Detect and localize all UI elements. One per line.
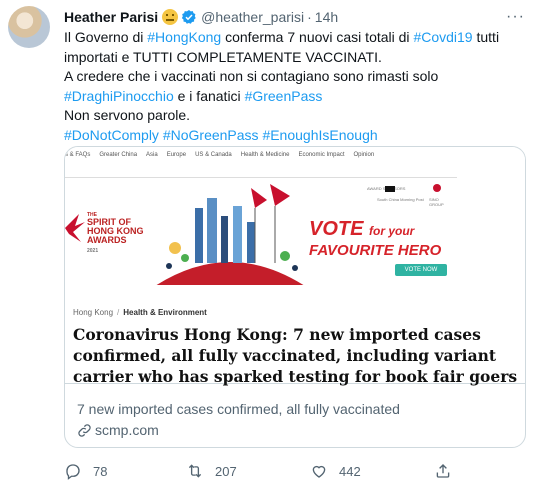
- article-nav-item: Europe: [166, 152, 187, 158]
- section-separator: /: [117, 308, 120, 317]
- reply-count: 78: [93, 463, 108, 479]
- like-button[interactable]: 442: [310, 462, 361, 480]
- like-count: 442: [339, 463, 361, 479]
- retweet-button[interactable]: 207: [186, 462, 237, 480]
- tweet-line: Il Governo di #HongKong conferma 7 nuovi…: [64, 28, 529, 48]
- author-handle[interactable]: @heather_parisi: [201, 9, 304, 25]
- tweet-timestamp[interactable]: 14h: [315, 9, 338, 25]
- link-icon: [78, 423, 91, 437]
- share-icon: [436, 464, 450, 478]
- share-button[interactable]: [434, 462, 452, 480]
- reply-button[interactable]: 78: [64, 462, 107, 480]
- article-preview-image: s & FAQs Greater China Asia Europe US & Cana…: [65, 147, 525, 386]
- card-description: 7 new imported cases confirmed, all full…: [77, 401, 400, 417]
- article-nav-bar: s & FAQs Greater China Asia Europe US & Cana…: [65, 152, 465, 158]
- scmp-logo-icon: [385, 186, 395, 192]
- article-nav-item: Health & Medicine: [240, 152, 290, 158]
- tweet-text-segment: A credere che i vaccinati non si contagi…: [64, 68, 439, 84]
- sino-group-logo-icon: [433, 184, 441, 192]
- vote-now-button: VOTE NOW: [395, 264, 447, 276]
- tweet-text-segment: conferma 7 nuovi casi totali di: [221, 29, 414, 45]
- card-domain: scmp.com: [77, 422, 159, 438]
- article-nav-item: Asia: [146, 152, 158, 158]
- section-secondary: Health & Environment: [123, 308, 207, 317]
- tweet-text: Il Governo di #HongKong conferma 7 nuovi…: [64, 28, 529, 145]
- bauhinia-flower-icon: [65, 214, 85, 242]
- tweet-text-segment: Il Governo di: [64, 29, 148, 45]
- retweet-icon: [188, 464, 202, 478]
- hashtag-link[interactable]: #DoNotComply: [64, 127, 159, 143]
- tweet-header: Heather Parisi @heather_parisi · 14h: [64, 9, 338, 25]
- article-nav-item: s & FAQs: [65, 152, 91, 158]
- article-nav-item: Greater China: [99, 152, 138, 158]
- frowning-face-emoji-icon: [162, 9, 179, 25]
- article-nav-item: Economic Impact: [298, 152, 345, 158]
- tweet-line: #DraghiPinocchio e i fanatici #GreenPass: [64, 87, 529, 107]
- sino-group-label: SINO GROUP: [429, 197, 444, 207]
- vote-headline: VOTE for your FAVOURITE HERO: [309, 218, 441, 259]
- scmp-sponsor-label: South China Morning Post: [377, 197, 424, 202]
- hashtag-link[interactable]: #EnoughIsEnough: [262, 127, 377, 143]
- tweet-line: A credere che i vaccinati non si contagi…: [64, 67, 529, 87]
- hong-kong-skyline-illustration: [156, 184, 304, 285]
- spirit-awards-banner: THE SPIRIT OF HONG KONG AWARDS 2021 AWAR…: [65, 177, 457, 285]
- reply-icon: [66, 464, 80, 480]
- vote-favourite-hero: FAVOURITE HERO: [309, 242, 442, 259]
- spirit-line-4: AWARDS: [87, 235, 127, 245]
- article-nav-item: US & Canada: [195, 152, 232, 158]
- vote-for-your: for your: [369, 224, 415, 238]
- tweet-text-segment: tutti: [472, 29, 500, 45]
- author-avatar[interactable]: [8, 6, 50, 48]
- section-primary: Hong Kong: [73, 308, 114, 317]
- tweet-text-segment: Non servono parole.: [64, 107, 191, 123]
- article-section: Hong Kong / Health & Environment: [73, 308, 207, 317]
- author-name[interactable]: Heather Parisi: [64, 9, 158, 25]
- tweet-line: #DoNotComply #NoGreenPass #EnoughIsEnoug…: [64, 126, 529, 146]
- article-headline: Coronavirus Hong Kong: 7 new imported ca…: [73, 325, 518, 386]
- hashtag-link[interactable]: #DraghiPinocchio: [64, 88, 174, 104]
- tweet-text-segment: e i fanatici: [173, 87, 245, 104]
- card-domain-text: scmp.com: [95, 422, 159, 438]
- spirit-year: 2021: [87, 248, 99, 254]
- tweet-line: Non servono parole.: [64, 106, 529, 126]
- separator-dot: ·: [307, 9, 312, 25]
- tweet-text-segment: importati e TUTTI COMPLETAMENTE VACCINAT…: [64, 48, 382, 65]
- hashtag-link[interactable]: #HongKong: [147, 29, 221, 45]
- verified-badge-icon: [182, 10, 196, 24]
- vote-word: VOTE: [309, 218, 364, 240]
- retweet-count: 207: [215, 463, 237, 479]
- heart-icon: [312, 465, 326, 478]
- tweet-line: importati e TUTTI COMPLETAMENTE VACCINAT…: [64, 48, 529, 68]
- tweet-actions: 78 207 442: [64, 462, 484, 482]
- more-options-icon[interactable]: ···: [506, 8, 525, 26]
- hashtag-link[interactable]: #NoGreenPass: [163, 127, 259, 143]
- article-nav-item: Opinion: [353, 152, 375, 158]
- hashtag-link[interactable]: #GreenPass: [245, 88, 323, 104]
- hashtag-link[interactable]: #Covdi19: [413, 29, 472, 45]
- link-preview-card[interactable]: s & FAQs Greater China Asia Europe US & Cana…: [64, 146, 526, 448]
- spirit-awards-logo: THE SPIRIT OF HONG KONG AWARDS 2021: [65, 178, 157, 285]
